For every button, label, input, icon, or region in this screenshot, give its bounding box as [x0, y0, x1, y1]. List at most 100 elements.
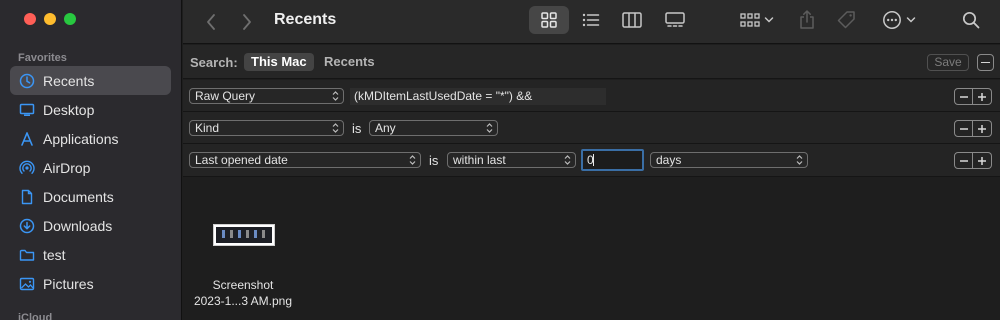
back-button[interactable] [203, 12, 219, 32]
tag-icon [837, 11, 855, 29]
download-icon [19, 218, 35, 234]
attribute-popup[interactable]: Last opened date [189, 152, 421, 168]
search-scope-label: Search: [190, 55, 238, 70]
scope-recents-button[interactable]: Recents [317, 53, 382, 71]
grid-icon [541, 12, 557, 28]
sidebar-item-label: test [43, 246, 66, 263]
sidebar: Favorites Recents Desktop Applications A… [0, 0, 182, 320]
chevron-right-icon [243, 14, 251, 30]
updown-chevron-icon [409, 155, 416, 165]
forward-button[interactable] [239, 12, 255, 32]
chevron-down-icon [906, 17, 916, 23]
columns-icon [622, 12, 642, 28]
sidebar-item-desktop[interactable]: Desktop [10, 95, 171, 124]
sidebar-item-pictures[interactable]: Pictures [10, 269, 171, 298]
group-icon [740, 13, 760, 27]
share-icon [800, 10, 814, 29]
operator-word: is [352, 121, 362, 136]
sidebar-item-airdrop[interactable]: AirDrop [10, 153, 171, 182]
gallery-view-button[interactable] [662, 8, 688, 32]
folder-icon [19, 247, 35, 263]
close-window-button[interactable] [24, 13, 36, 25]
raw-query-field[interactable]: (kMDItemLastUsedDate = "*") && [350, 88, 606, 105]
criteria-row-last-opened: Last opened date is within last 0 days [183, 144, 1000, 177]
sidebar-item-test[interactable]: test [10, 240, 171, 269]
sidebar-list: Recents Desktop Applications AirDrop Doc… [10, 66, 171, 298]
kind-value-popup-value: Any [375, 121, 396, 135]
attribute-popup-value: Raw Query [195, 89, 256, 103]
remove-criteria-button[interactable] [954, 120, 973, 137]
plus-icon [978, 92, 986, 101]
pictures-icon [19, 276, 35, 292]
chevron-down-icon [764, 17, 774, 23]
minimize-window-button[interactable] [44, 13, 56, 25]
file-browser-area: Screenshot 2023-1...3 AM.png [183, 177, 1000, 320]
icon-view-button[interactable] [529, 6, 569, 34]
document-icon [19, 189, 35, 205]
updown-chevron-icon [332, 123, 339, 133]
sidebar-item-label: AirDrop [43, 159, 91, 176]
attribute-popup[interactable]: Raw Query [189, 88, 344, 104]
updown-chevron-icon [796, 155, 803, 165]
minus-icon [959, 95, 968, 98]
file-name-line: 2023-1...3 AM.png [193, 294, 293, 308]
remove-criteria-button[interactable] [954, 152, 973, 169]
desktop-icon [19, 102, 35, 118]
sidebar-item-recents[interactable]: Recents [10, 66, 171, 95]
sidebar-item-label: Applications [43, 130, 119, 147]
ellipsis-circle-icon [883, 11, 901, 29]
more-actions-button[interactable] [879, 7, 919, 33]
add-criteria-button[interactable] [973, 152, 992, 169]
remove-search-button[interactable] [977, 54, 994, 71]
list-icon [582, 13, 600, 27]
plus-icon [978, 124, 986, 133]
attribute-popup-value: Kind [195, 121, 220, 135]
search-button[interactable] [959, 8, 983, 32]
date-operator-popup[interactable]: within last [447, 152, 576, 168]
applications-icon [19, 131, 35, 147]
date-operator-popup-value: within last [453, 153, 506, 167]
criteria-row-controls [954, 88, 992, 105]
zoom-window-button[interactable] [64, 13, 76, 25]
clock-icon [19, 73, 35, 89]
favorites-header: Favorites [18, 52, 67, 64]
file-name: Screenshot 2023-1...3 AM.png [183, 277, 303, 309]
operator-word: is [429, 153, 439, 168]
minus-icon [959, 159, 968, 162]
toolbar: Recents [183, 0, 1000, 44]
search-scope-bar: Search: This Mac Recents Save [183, 45, 1000, 79]
share-button[interactable] [795, 7, 819, 33]
plus-icon [978, 156, 986, 165]
sidebar-item-label: Documents [43, 188, 114, 205]
sidebar-item-label: Pictures [43, 275, 94, 292]
criteria-row-raw-query: Raw Query (kMDItemLastUsedDate = "*") && [183, 80, 1000, 112]
kind-value-popup[interactable]: Any [369, 120, 498, 136]
tags-button[interactable] [834, 7, 860, 33]
add-criteria-button[interactable] [973, 120, 992, 137]
scope-this-mac-button[interactable]: This Mac [244, 53, 314, 71]
gallery-icon [665, 12, 685, 27]
criteria-row-controls [954, 152, 992, 169]
column-view-button[interactable] [620, 8, 644, 32]
save-search-button[interactable]: Save [927, 54, 969, 71]
add-criteria-button[interactable] [973, 88, 992, 105]
attribute-popup-value: Last opened date [195, 153, 288, 167]
attribute-popup[interactable]: Kind [189, 120, 344, 136]
group-by-button[interactable] [736, 8, 778, 32]
updown-chevron-icon [486, 123, 493, 133]
remove-criteria-button[interactable] [954, 88, 973, 105]
updown-chevron-icon [332, 91, 339, 101]
sidebar-item-downloads[interactable]: Downloads [10, 211, 171, 240]
criteria-row-controls [954, 120, 992, 137]
sidebar-item-label: Desktop [43, 101, 95, 118]
window-controls [24, 13, 76, 25]
days-number-field[interactable]: 0 [581, 149, 644, 171]
date-unit-popup[interactable]: days [650, 152, 808, 168]
list-view-button[interactable] [579, 8, 603, 32]
sidebar-item-applications[interactable]: Applications [10, 124, 171, 153]
date-unit-popup-value: days [656, 153, 682, 167]
file-name-line: Screenshot [212, 278, 274, 292]
sidebar-item-documents[interactable]: Documents [10, 182, 171, 211]
chevron-left-icon [207, 14, 215, 30]
file-item[interactable]: Screenshot 2023-1...3 AM.png [183, 177, 303, 317]
